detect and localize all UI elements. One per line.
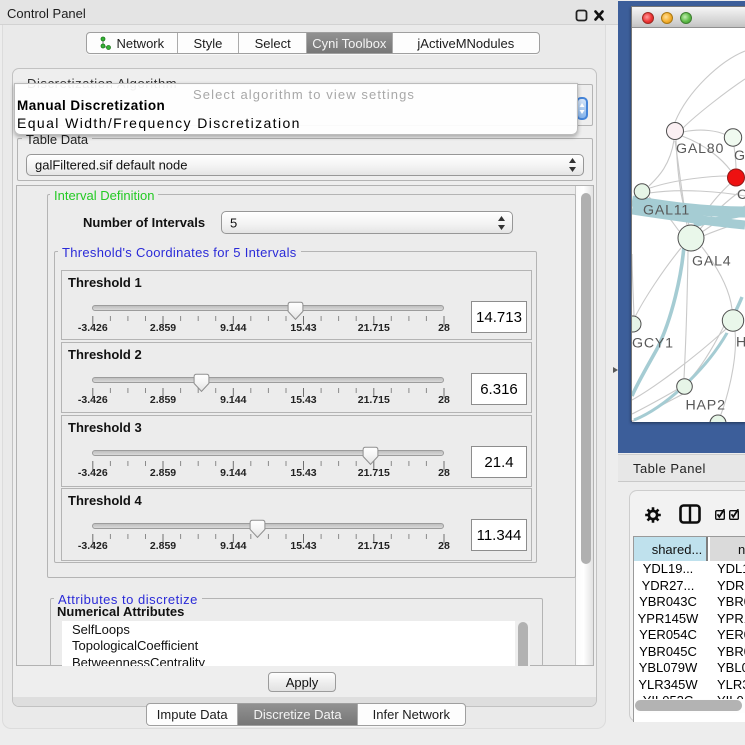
svg-text:GAL4: GAL4 — [692, 254, 731, 270]
svg-text:GAL80: GAL80 — [676, 141, 724, 157]
svg-text:H: H — [736, 335, 745, 351]
svg-text:G: G — [734, 148, 745, 164]
svg-text:GAL11: GAL11 — [643, 203, 690, 219]
svg-text:HAP2: HAP2 — [686, 398, 726, 414]
svg-text:GCY1: GCY1 — [632, 336, 674, 352]
svg-text:C: C — [737, 187, 745, 203]
